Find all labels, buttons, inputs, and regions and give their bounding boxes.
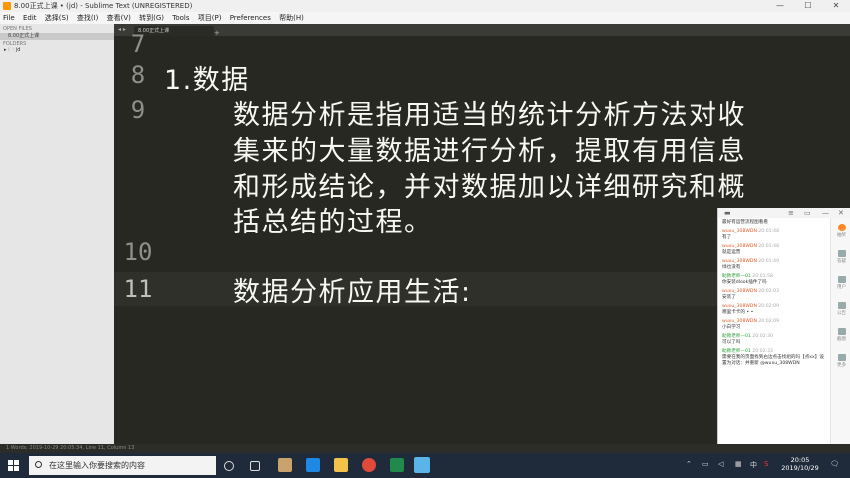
- code-line: 1.数据: [164, 65, 250, 96]
- search-placeholder: 在这里输入你要搜索的内容: [49, 461, 145, 470]
- keyboard-icon[interactable]: ▦: [735, 460, 742, 468]
- chat-message-list[interactable]: 最好有运营流程图看看 wuxu_308WDN 20:01:48 有了 wuxu_…: [722, 220, 828, 370]
- code-line: 括总结的过程。: [233, 207, 433, 238]
- search-icon: [35, 461, 42, 468]
- edge-icon[interactable]: [306, 458, 320, 472]
- clock-time: 20:05: [790, 456, 810, 464]
- qa-button[interactable]: 答疑: [833, 250, 850, 264]
- sidebar-folder-jd[interactable]: ▸ 🗁 jd: [4, 47, 20, 55]
- chat-message: wuxu_308WDN 20:02:09 小白学习: [722, 319, 779, 330]
- code-line: 和形成结论，并对数据加以详细研究和概: [233, 172, 746, 203]
- chat-message: wuxu_308WDN 20:01:48 就是运营: [722, 244, 779, 255]
- status-bar: 1 Words, 2019-10-29 20:05:34, Line 11, C…: [0, 444, 850, 453]
- status-text: 1 Words, 2019-10-29 20:05:34, Line 11, C…: [6, 445, 135, 451]
- line-number: 7: [130, 30, 146, 58]
- close-button[interactable]: ✕: [822, 0, 850, 12]
- menu-edit[interactable]: Edit: [20, 12, 40, 24]
- chat-message: wuxu_308WDN 20:01:48 有了: [722, 229, 779, 240]
- code-line: 集来的大量数据进行分析，提取有用信息: [233, 136, 746, 167]
- menu-find[interactable]: 查找(I): [74, 12, 102, 24]
- chat-min-icon[interactable]: —: [822, 208, 829, 218]
- chrome-icon[interactable]: [362, 458, 376, 472]
- taskbar-clock[interactable]: 20:05 2019/10/29: [775, 456, 825, 472]
- chat-message: wuxu_308WDN 20:02:03 安装了: [722, 289, 779, 300]
- more-icon: [837, 354, 846, 361]
- network-icon[interactable]: ▭: [702, 460, 709, 468]
- chat-message: 助教老师—01 20:02:33 需要在我的页面找到右边点击找组的吗【点xx】设…: [722, 349, 824, 366]
- sogou-icon[interactable]: S: [764, 460, 768, 468]
- more-button[interactable]: 更多: [833, 354, 850, 368]
- lottery-button[interactable]: 抽奖: [833, 224, 850, 238]
- line-number-current: 11: [114, 272, 162, 306]
- taskbar-search-box[interactable]: 在这里输入你要搜索的内容: [29, 456, 216, 475]
- chat-side-toolbar: 抽奖 答疑 用户 公告 截图 更多: [830, 218, 850, 452]
- live-app-icon[interactable]: [414, 457, 430, 473]
- chat-message: wuxu_308WDN 20:01:49 绿也没有: [722, 259, 779, 270]
- open-file-label: 8.00正式上课: [8, 33, 40, 39]
- chat-message: 最好有运营流程图看看: [722, 220, 768, 225]
- chat-close-icon[interactable]: ✕: [838, 208, 844, 218]
- screenshot-button[interactable]: 截图: [833, 328, 850, 342]
- windows-start-icon[interactable]: [8, 460, 19, 471]
- window-title-bar: 8.00正式上课 • (jd) - Sublime Text (UNREGIST…: [0, 0, 850, 12]
- chat-message: 助教老师—01 20:01:58 你安装dlook插件了吗: [722, 274, 773, 285]
- minimize-button[interactable]: —: [766, 0, 794, 12]
- sidebar-open-file[interactable]: 8.00正式上课: [0, 33, 114, 40]
- line-number: 9: [130, 96, 146, 124]
- excel-icon[interactable]: [390, 458, 404, 472]
- window-title: 8.00正式上课 • (jd) - Sublime Text (UNREGIST…: [14, 2, 193, 10]
- chat-list-icon[interactable]: ≡: [788, 208, 794, 218]
- code-line: 数据分析应用生活:: [233, 277, 472, 308]
- users-button[interactable]: 用户: [833, 276, 850, 290]
- menu-file[interactable]: File: [0, 12, 18, 24]
- sidebar: OPEN FILES 8.00正式上课 FOLDERS ▸ 🗁 jd: [0, 24, 114, 444]
- clock-date: 2019/10/29: [781, 464, 819, 472]
- menu-project[interactable]: 项目(P): [195, 12, 225, 24]
- windows-taskbar: 在这里输入你要搜索的内容 ⌃ ▭ ◁ ▦ 中 S 20:05 2019/10/2…: [0, 453, 850, 478]
- menu-preferences[interactable]: Preferences: [227, 12, 274, 24]
- chat-window-icon[interactable]: ▭: [804, 208, 811, 218]
- chat-message: wuxu_308WDN 20:02:09 哪里卡卡的 • •: [722, 304, 779, 315]
- qa-icon: [837, 250, 846, 257]
- chat-panel: ▬ ≡ ▭ — ✕ 最好有运营流程图看看 wuxu_308WDN 20:01:4…: [717, 208, 850, 452]
- camera-icon: [837, 328, 846, 335]
- lottery-icon: [837, 224, 846, 231]
- chat-message: 助教老师—01 20:02:30 可以了吗: [722, 334, 773, 345]
- app-icon-1[interactable]: [278, 458, 292, 472]
- menu-bar: File Edit 选择(S) 查找(I) 查看(V) 转到(G) Tools …: [0, 12, 850, 24]
- cortana-icon[interactable]: [224, 461, 234, 471]
- menu-tools[interactable]: Tools: [169, 12, 192, 24]
- menu-view[interactable]: 查看(V): [104, 12, 134, 24]
- chat-minimize-icon[interactable]: ▬: [724, 208, 731, 218]
- sublime-app-icon: [3, 2, 11, 10]
- tab-bar: ◂ ▸ 8.00正式上课 +: [114, 24, 850, 37]
- volume-icon[interactable]: ◁: [718, 460, 723, 468]
- open-files-header: OPEN FILES: [3, 26, 32, 32]
- ime-icon[interactable]: 中: [750, 460, 757, 470]
- line-number: 10: [123, 238, 153, 266]
- menu-selection[interactable]: 选择(S): [42, 12, 72, 24]
- users-icon: [837, 276, 846, 283]
- line-number: 8: [130, 61, 146, 89]
- menu-goto[interactable]: 转到(G): [136, 12, 167, 24]
- file-explorer-icon[interactable]: [334, 458, 348, 472]
- menu-help[interactable]: 帮助(H): [276, 12, 307, 24]
- notice-icon: [837, 302, 846, 309]
- tray-expand-icon[interactable]: ⌃: [686, 460, 692, 468]
- notice-button[interactable]: 公告: [833, 302, 850, 316]
- task-view-icon[interactable]: [250, 461, 260, 471]
- maximize-button[interactable]: ☐: [794, 0, 822, 12]
- code-line: 数据分析是指用适当的统计分析方法对收: [233, 100, 746, 131]
- chat-panel-header: ▬ ≡ ▭ — ✕: [718, 208, 850, 218]
- notification-icon[interactable]: 🗨: [830, 460, 839, 468]
